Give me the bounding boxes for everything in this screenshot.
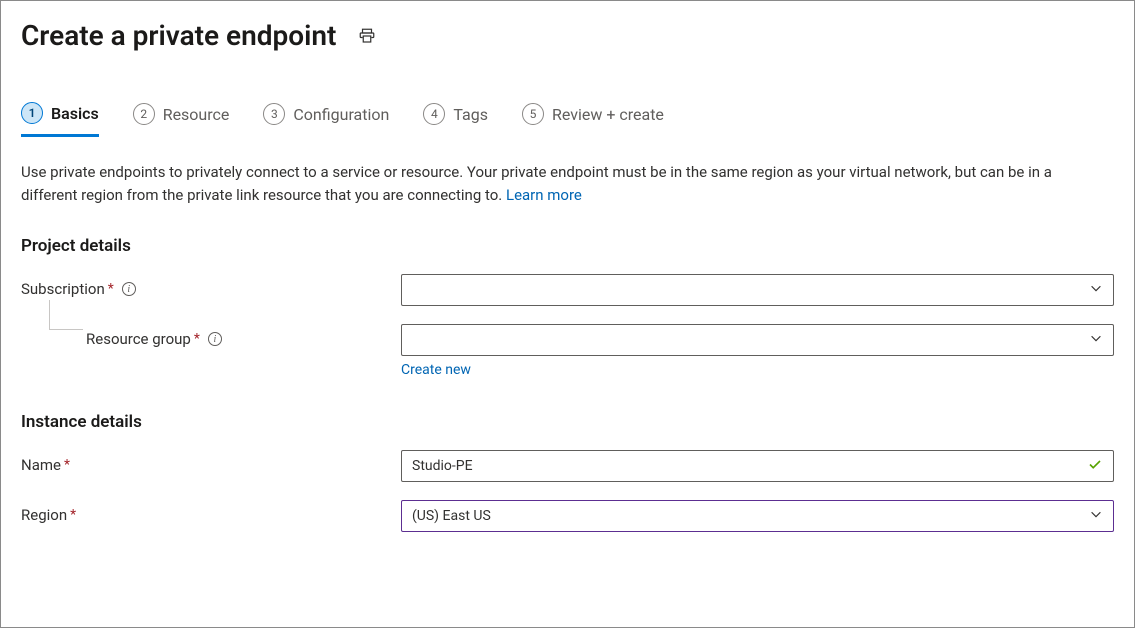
- label-col: Name *: [21, 450, 401, 474]
- info-icon[interactable]: i: [122, 282, 136, 296]
- tab-label: Basics: [51, 104, 99, 123]
- chevron-down-icon: [1089, 281, 1103, 299]
- control-col: Studio-PE: [401, 450, 1114, 482]
- region-select[interactable]: (US) East US: [401, 500, 1114, 532]
- tab-configuration[interactable]: 3 Configuration: [263, 102, 389, 136]
- tab-label: Configuration: [293, 105, 389, 124]
- region-label: Region: [21, 506, 67, 524]
- name-label: Name: [21, 456, 61, 474]
- chevron-down-icon: [1089, 507, 1103, 525]
- control-col: (US) East US: [401, 500, 1114, 532]
- section-instance-details: Instance details Name * Studio-PE Region…: [21, 412, 1114, 532]
- step-number-4: 4: [423, 103, 445, 125]
- tab-basics[interactable]: 1 Basics: [21, 102, 99, 137]
- name-input[interactable]: Studio-PE: [401, 450, 1114, 482]
- subscription-select[interactable]: [401, 274, 1114, 306]
- control-col: Create new: [401, 324, 1114, 378]
- step-number-3: 3: [263, 103, 285, 125]
- required-marker: *: [70, 507, 76, 523]
- page-title: Create a private endpoint: [21, 19, 336, 52]
- tab-tags[interactable]: 4 Tags: [423, 102, 488, 136]
- required-marker: *: [64, 457, 70, 473]
- learn-more-link[interactable]: Learn more: [506, 186, 582, 204]
- label-col: Resource group * i: [21, 324, 401, 348]
- control-col: [401, 274, 1114, 306]
- resource-group-label: Resource group: [86, 330, 191, 348]
- tab-label: Resource: [163, 105, 230, 124]
- row-name: Name * Studio-PE: [21, 450, 1114, 482]
- tab-resource[interactable]: 2 Resource: [133, 102, 230, 136]
- row-subscription: Subscription * i: [21, 274, 1114, 306]
- label-col: Subscription * i: [21, 274, 401, 298]
- step-number-2: 2: [133, 103, 155, 125]
- section-title-project: Project details: [21, 236, 1114, 256]
- tab-label: Review + create: [552, 105, 664, 124]
- section-project-details: Project details Subscription * i Resourc…: [21, 236, 1114, 378]
- subscription-label: Subscription: [21, 280, 105, 298]
- hierarchy-connector: [49, 300, 83, 330]
- step-number-1: 1: [21, 102, 43, 124]
- section-title-instance: Instance details: [21, 412, 1114, 432]
- row-region: Region * (US) East US: [21, 500, 1114, 532]
- row-resource-group: Resource group * i Create new: [21, 324, 1114, 378]
- page-frame: Create a private endpoint 1 Basics 2 Res…: [0, 0, 1135, 628]
- info-icon[interactable]: i: [208, 332, 222, 346]
- chevron-down-icon: [1089, 331, 1103, 349]
- region-value: (US) East US: [412, 508, 491, 524]
- page-header: Create a private endpoint: [21, 19, 1114, 52]
- tab-review-create[interactable]: 5 Review + create: [522, 102, 664, 136]
- create-new-link[interactable]: Create new: [401, 362, 471, 378]
- step-number-5: 5: [522, 103, 544, 125]
- check-icon: [1087, 456, 1103, 476]
- required-marker: *: [108, 281, 114, 297]
- label-col: Region *: [21, 500, 401, 524]
- name-value: Studio-PE: [412, 458, 473, 474]
- print-icon[interactable]: [358, 27, 376, 45]
- wizard-tabs: 1 Basics 2 Resource 3 Configuration 4 Ta…: [21, 102, 1114, 137]
- tab-description: Use private endpoints to privately conne…: [21, 161, 1101, 206]
- required-marker: *: [194, 331, 200, 347]
- resource-group-select[interactable]: [401, 324, 1114, 356]
- tab-label: Tags: [453, 105, 488, 124]
